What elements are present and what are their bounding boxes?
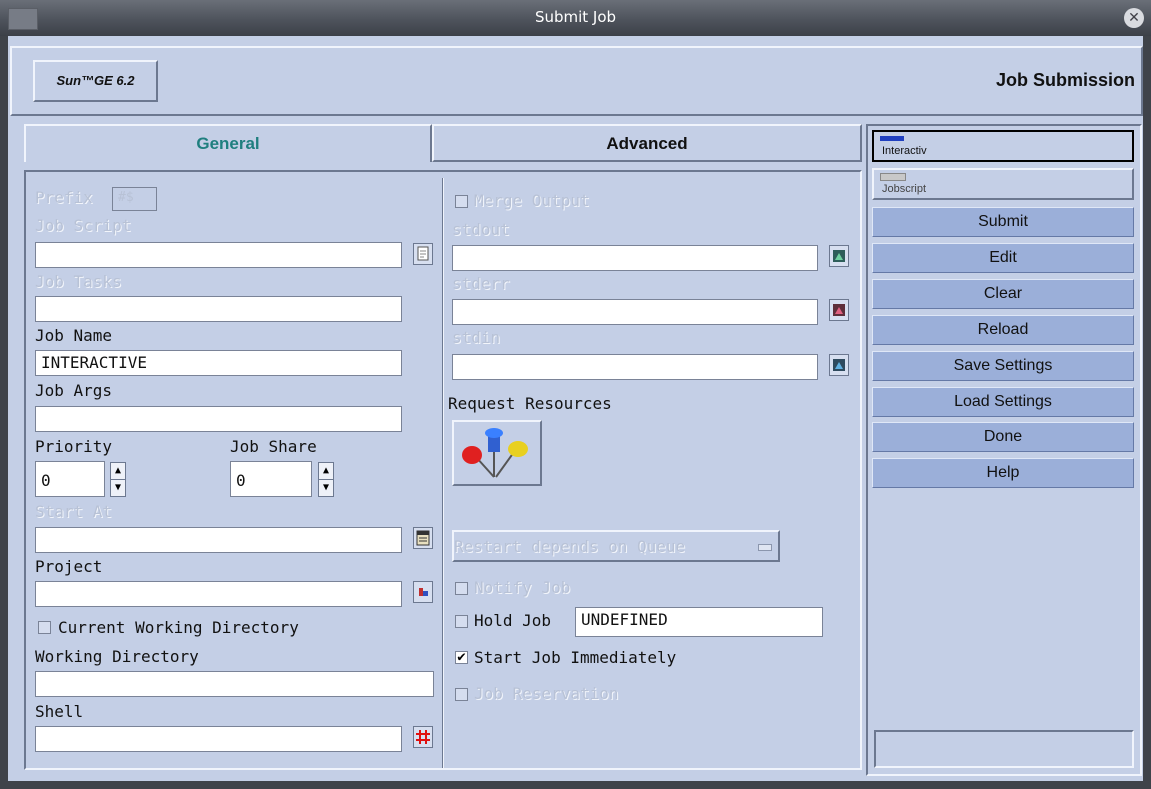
- window-menu-button[interactable]: [8, 8, 38, 30]
- start-at-label: Start At: [35, 502, 113, 521]
- job-script-input[interactable]: [35, 242, 402, 268]
- load-settings-button[interactable]: Load Settings: [872, 387, 1134, 417]
- mode-jobscript-label: Jobscript: [882, 183, 927, 195]
- job-args-label: Job Args: [35, 381, 113, 400]
- job-name-input[interactable]: INTERACTIVE: [35, 350, 402, 376]
- save-settings-button[interactable]: Save Settings: [872, 351, 1134, 381]
- hold-job-label: Hold Job: [474, 611, 552, 630]
- shell-label: Shell: [35, 702, 84, 721]
- restart-select[interactable]: Restart depends on Queue: [452, 530, 780, 562]
- stdin-label: stdin: [452, 328, 501, 347]
- project-input[interactable]: [35, 581, 402, 607]
- mode-jobscript-button[interactable]: Jobscript: [872, 168, 1134, 200]
- stdout-input[interactable]: [452, 245, 818, 271]
- stderr-select-icon[interactable]: [829, 299, 849, 321]
- notify-job-label: Notify Job: [474, 578, 571, 597]
- shell-input[interactable]: [35, 726, 402, 752]
- hold-job-checkbox[interactable]: [455, 615, 468, 628]
- clear-button[interactable]: Clear: [872, 279, 1134, 309]
- start-immediately-label: Start Job Immediately: [474, 648, 677, 667]
- job-script-label: Job Script: [35, 216, 132, 235]
- prefix-input[interactable]: #$: [112, 187, 157, 211]
- stdout-label: stdout: [452, 220, 510, 239]
- job-reservation-checkbox[interactable]: [455, 688, 468, 701]
- project-select-icon[interactable]: [413, 581, 433, 603]
- edit-button[interactable]: Edit: [872, 243, 1134, 273]
- help-button[interactable]: Help: [872, 458, 1134, 488]
- mode-interactive-button[interactable]: Interactiv: [872, 130, 1134, 162]
- job-args-input[interactable]: [35, 406, 402, 432]
- job-share-input[interactable]: 0: [230, 461, 312, 497]
- stderr-input[interactable]: [452, 299, 818, 325]
- cwd-checkbox[interactable]: [38, 621, 51, 634]
- stderr-label: stderr: [452, 274, 510, 293]
- merge-output-checkbox[interactable]: [455, 195, 468, 208]
- job-share-down-arrow-icon[interactable]: ▼: [318, 479, 334, 497]
- start-at-input[interactable]: [35, 527, 402, 553]
- merge-output-label: Merge Output: [474, 191, 590, 210]
- window-title: Submit Job: [534, 8, 617, 26]
- prefix-label: Prefix: [35, 188, 93, 207]
- calendar-icon[interactable]: [413, 527, 433, 549]
- notify-job-checkbox[interactable]: [455, 582, 468, 595]
- job-share-label: Job Share: [230, 437, 317, 456]
- cwd-label: Current Working Directory: [58, 618, 299, 637]
- job-tasks-input[interactable]: [35, 296, 402, 322]
- tab-general[interactable]: General: [24, 124, 432, 162]
- priority-down-arrow-icon[interactable]: ▼: [110, 479, 126, 497]
- hold-job-input[interactable]: UNDEFINED: [575, 607, 823, 637]
- jobscript-mode-icon: [880, 173, 906, 181]
- request-resources-button[interactable]: [452, 420, 542, 486]
- priority-label: Priority: [35, 437, 113, 456]
- restart-select-value: Restart depends on Queue: [454, 537, 686, 556]
- stdin-select-icon[interactable]: [829, 354, 849, 376]
- job-reservation-label: Job Reservation: [474, 684, 619, 703]
- submit-button[interactable]: Submit: [872, 207, 1134, 237]
- dropdown-indicator-icon: [758, 544, 772, 551]
- reload-button[interactable]: Reload: [872, 315, 1134, 345]
- priority-input[interactable]: 0: [35, 461, 105, 497]
- priority-up-arrow-icon[interactable]: ▲: [110, 462, 126, 480]
- start-immediately-checkbox[interactable]: ✔: [455, 650, 468, 664]
- job-tasks-label: Job Tasks: [35, 272, 122, 291]
- job-name-label: Job Name: [35, 326, 113, 345]
- pushpins-icon: [462, 428, 528, 478]
- working-directory-input[interactable]: [35, 671, 434, 697]
- done-button[interactable]: Done: [872, 422, 1134, 452]
- close-icon[interactable]: ✕: [1124, 8, 1144, 28]
- mode-interactive-label: Interactiv: [882, 145, 927, 157]
- shell-select-icon[interactable]: [413, 726, 433, 748]
- project-label: Project: [35, 557, 103, 576]
- stdin-input[interactable]: [452, 354, 818, 380]
- interactive-mode-icon: [880, 136, 904, 141]
- file-browse-icon[interactable]: [413, 243, 433, 265]
- title-bar: Submit Job: [0, 0, 1151, 36]
- tab-advanced[interactable]: Advanced: [432, 124, 862, 162]
- column-divider: [442, 178, 444, 768]
- logo-button[interactable]: Sun™GE 6.2: [33, 60, 158, 102]
- page-heading: Job Submission: [995, 70, 1135, 90]
- status-area: [874, 730, 1134, 768]
- job-share-up-arrow-icon[interactable]: ▲: [318, 462, 334, 480]
- stdout-select-icon[interactable]: [829, 245, 849, 267]
- working-directory-label: Working Directory: [35, 647, 199, 666]
- request-resources-label: Request Resources: [448, 394, 612, 413]
